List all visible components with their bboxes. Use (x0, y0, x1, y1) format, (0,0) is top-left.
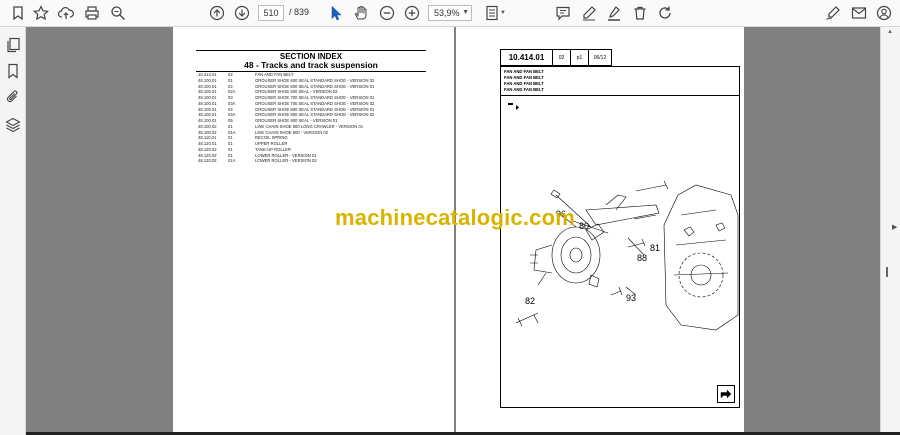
frame-line: FAN AND FAN BELT (504, 87, 544, 92)
scroll-up-icon[interactable]: ▲ (887, 29, 893, 35)
layers-icon[interactable] (5, 117, 21, 133)
rotate-icon[interactable] (656, 4, 674, 22)
index-desc: LOWER ROLLER - VERSION 02 (255, 158, 317, 164)
page-header-table: 10.414.01 02 p1 06/12 (500, 49, 612, 66)
page-total: / 839 (289, 7, 310, 17)
right-rail: ▲ ▶ (880, 27, 900, 435)
callout-label: 88 (637, 253, 647, 263)
select-cursor-icon[interactable] (327, 4, 345, 22)
fan-belt-exploded-drawing: 96 80 81 88 82 93 (516, 180, 739, 331)
frame-heading: FAN AND FAN BELT FAN AND FAN BELT FAN AN… (504, 69, 544, 93)
bookmarks-icon[interactable] (5, 63, 21, 79)
section-index-table: 10.414.01 02 FAN AND FAN BELT 48.100.01 01 GR… (198, 72, 374, 164)
index-code: 48.120.02 (198, 158, 217, 164)
cloud-upload-icon[interactable] (57, 4, 75, 22)
zoom-value: 53,9% (434, 8, 460, 18)
expand-right-panel-icon[interactable]: ▶ (892, 223, 897, 231)
left-rail: ◀ (0, 27, 33, 435)
account-icon[interactable] (875, 4, 893, 22)
index-ver: 01A (228, 158, 236, 164)
hand-icon[interactable] (352, 4, 370, 22)
section-date: 06/12 (593, 54, 607, 61)
zoom-select[interactable]: 53,9% ▼ (428, 5, 472, 21)
index-row[interactable]: 48.120.02 01A LOWER ROLLER - VERSION 02 (198, 158, 374, 164)
frame-divider (501, 95, 739, 96)
pages-icon[interactable] (5, 37, 21, 53)
zoom-search-icon[interactable] (109, 4, 127, 22)
page-number-input[interactable]: 510 (258, 5, 284, 21)
section-code: 10.414.01 (501, 50, 553, 65)
section-page: p1 (571, 50, 589, 65)
print-icon[interactable] (83, 4, 101, 22)
comment-icon[interactable] (554, 4, 572, 22)
zoom-in-icon[interactable] (403, 4, 421, 22)
toolbar: 510 / 839 53,9% ▼ ▼ (0, 0, 900, 27)
callout-label: 93 (626, 293, 636, 303)
callout-label: 81 (650, 243, 660, 253)
bookmark-icon[interactable] (9, 4, 27, 22)
section-index-subtitle: 48 - Tracks and track suspension (196, 60, 426, 72)
watermark-text: machinecatalogic.com (335, 205, 575, 230)
star-icon[interactable] (32, 4, 50, 22)
page-up-icon[interactable] (208, 4, 226, 22)
pen-icon[interactable] (580, 4, 598, 22)
mail-icon[interactable] (850, 4, 868, 22)
section-version: 02 (553, 50, 571, 65)
zoom-out-icon[interactable] (378, 4, 396, 22)
delete-icon[interactable] (631, 4, 649, 22)
callout-label: 80 (579, 221, 589, 231)
highlight-icon[interactable] (605, 4, 623, 22)
callout-label: 82 (525, 296, 535, 306)
chevron-down-icon[interactable]: ▼ (498, 4, 508, 22)
scrollbar-thumb[interactable] (886, 267, 888, 277)
chevron-down-icon: ▼ (462, 9, 469, 16)
sign-icon[interactable] (824, 4, 842, 22)
attachments-icon[interactable] (5, 89, 21, 105)
flow-arrow-icon (508, 103, 519, 110)
next-page-arrow-icon[interactable] (717, 385, 735, 403)
page-down-icon[interactable] (233, 4, 251, 22)
